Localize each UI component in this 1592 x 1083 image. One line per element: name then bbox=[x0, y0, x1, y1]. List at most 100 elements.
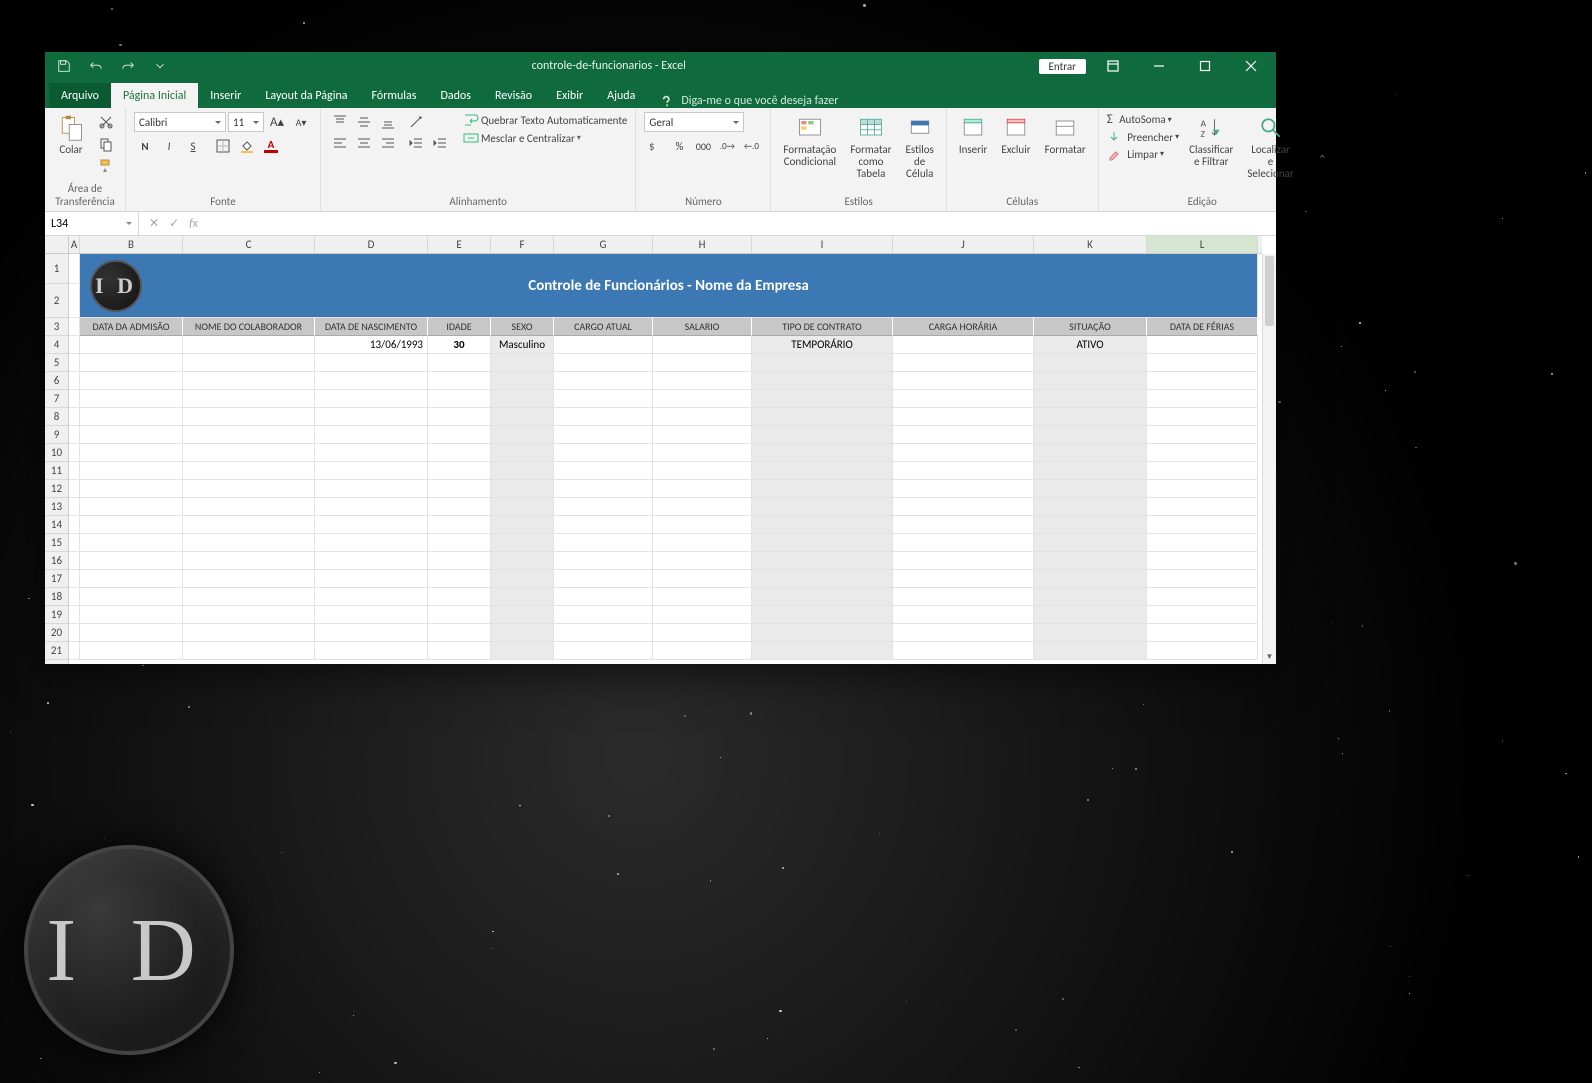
cell-C6[interactable] bbox=[183, 372, 315, 390]
cell-L14[interactable] bbox=[1147, 516, 1258, 534]
cell-I6[interactable] bbox=[752, 372, 893, 390]
cell-F8[interactable] bbox=[491, 408, 554, 426]
cell-C17[interactable] bbox=[183, 570, 315, 588]
row-header-1[interactable]: 1 bbox=[45, 254, 68, 284]
row-header-8[interactable]: 8 bbox=[45, 408, 68, 426]
column-header-C[interactable]: C bbox=[183, 236, 315, 253]
cell-I21[interactable] bbox=[752, 642, 893, 660]
cell-B11[interactable] bbox=[80, 462, 183, 480]
tab-file[interactable]: Arquivo bbox=[49, 83, 111, 108]
cell-J15[interactable] bbox=[893, 534, 1034, 552]
italic-icon[interactable]: I bbox=[158, 136, 180, 156]
cell-B15[interactable] bbox=[80, 534, 183, 552]
row-header-18[interactable]: 18 bbox=[45, 588, 68, 606]
align-left-icon[interactable] bbox=[329, 134, 351, 154]
cell-G8[interactable] bbox=[554, 408, 653, 426]
row-header-21[interactable]: 21 bbox=[45, 642, 68, 660]
row-header-6[interactable]: 6 bbox=[45, 372, 68, 390]
cell-E11[interactable] bbox=[428, 462, 491, 480]
row-header-9[interactable]: 9 bbox=[45, 426, 68, 444]
accounting-format-icon[interactable]: $ bbox=[644, 136, 666, 156]
cell-C15[interactable] bbox=[183, 534, 315, 552]
cell-E7[interactable] bbox=[428, 390, 491, 408]
align-center-icon[interactable] bbox=[353, 134, 375, 154]
paste-button[interactable]: Colar bbox=[53, 112, 89, 158]
cell-B12[interactable] bbox=[80, 480, 183, 498]
tab-layout-da-p-gina[interactable]: Layout da Página bbox=[253, 83, 359, 108]
cell-L19[interactable] bbox=[1147, 606, 1258, 624]
cell-J7[interactable] bbox=[893, 390, 1034, 408]
find-select-button[interactable]: Localizar e Selecionar bbox=[1243, 112, 1297, 182]
cell-L21[interactable] bbox=[1147, 642, 1258, 660]
column-header-K[interactable]: K bbox=[1034, 236, 1147, 253]
row-header-20[interactable]: 20 bbox=[45, 624, 68, 642]
cell-H19[interactable] bbox=[653, 606, 752, 624]
cell-H20[interactable] bbox=[653, 624, 752, 642]
cell-L12[interactable] bbox=[1147, 480, 1258, 498]
cell-H10[interactable] bbox=[653, 444, 752, 462]
tab-revis-o[interactable]: Revisão bbox=[483, 83, 544, 108]
cell-D11[interactable] bbox=[315, 462, 428, 480]
scroll-down-icon[interactable]: ▼ bbox=[1263, 650, 1276, 664]
cell-E14[interactable] bbox=[428, 516, 491, 534]
cell-D16[interactable] bbox=[315, 552, 428, 570]
cell-A12[interactable] bbox=[69, 480, 80, 498]
cell-H14[interactable] bbox=[653, 516, 752, 534]
delete-cells-button[interactable]: Excluir bbox=[997, 112, 1034, 158]
table-header-A[interactable] bbox=[69, 318, 80, 336]
cell-A5[interactable] bbox=[69, 354, 80, 372]
cell-J17[interactable] bbox=[893, 570, 1034, 588]
cell-E9[interactable] bbox=[428, 426, 491, 444]
cell-A21[interactable] bbox=[69, 642, 80, 660]
format-as-table-button[interactable]: Formatar como Tabela bbox=[846, 112, 895, 182]
cell-B19[interactable] bbox=[80, 606, 183, 624]
cell-I14[interactable] bbox=[752, 516, 893, 534]
cell-C7[interactable] bbox=[183, 390, 315, 408]
table-header-H[interactable]: SALARIO bbox=[653, 318, 752, 336]
cell-J21[interactable] bbox=[893, 642, 1034, 660]
cell-C19[interactable] bbox=[183, 606, 315, 624]
cell-J4[interactable] bbox=[893, 336, 1034, 354]
cell-D17[interactable] bbox=[315, 570, 428, 588]
cell-A14[interactable] bbox=[69, 516, 80, 534]
cell-D21[interactable] bbox=[315, 642, 428, 660]
cell-G17[interactable] bbox=[554, 570, 653, 588]
cell-A4[interactable] bbox=[69, 336, 80, 354]
cell-G13[interactable] bbox=[554, 498, 653, 516]
cell-C8[interactable] bbox=[183, 408, 315, 426]
cell-K11[interactable] bbox=[1034, 462, 1147, 480]
cell-A6[interactable] bbox=[69, 372, 80, 390]
table-header-D[interactable]: DATA DE NASCIMENTO bbox=[315, 318, 428, 336]
row-header-19[interactable]: 19 bbox=[45, 606, 68, 624]
cell-F13[interactable] bbox=[491, 498, 554, 516]
cell-C20[interactable] bbox=[183, 624, 315, 642]
cell-H15[interactable] bbox=[653, 534, 752, 552]
copy-icon[interactable] bbox=[95, 134, 117, 154]
conditional-formatting-button[interactable]: Formatação Condicional bbox=[779, 112, 840, 170]
scroll-thumb[interactable] bbox=[1265, 256, 1274, 326]
maximize-button[interactable] bbox=[1186, 52, 1224, 80]
font-name-combo[interactable]: Calibri bbox=[134, 112, 226, 132]
cell-I10[interactable] bbox=[752, 444, 893, 462]
cell-L5[interactable] bbox=[1147, 354, 1258, 372]
cell-J9[interactable] bbox=[893, 426, 1034, 444]
column-header-G[interactable]: G bbox=[554, 236, 653, 253]
cell-G6[interactable] bbox=[554, 372, 653, 390]
cell-H12[interactable] bbox=[653, 480, 752, 498]
cell-G15[interactable] bbox=[554, 534, 653, 552]
cell-I5[interactable] bbox=[752, 354, 893, 372]
cell-C4[interactable] bbox=[183, 336, 315, 354]
column-header-H[interactable]: H bbox=[653, 236, 752, 253]
underline-icon[interactable]: S bbox=[182, 136, 204, 156]
cell-F10[interactable] bbox=[491, 444, 554, 462]
cell-K8[interactable] bbox=[1034, 408, 1147, 426]
column-header-L[interactable]: L bbox=[1147, 236, 1258, 253]
cell-I4[interactable]: TEMPORÁRIO bbox=[752, 336, 893, 354]
cell-I18[interactable] bbox=[752, 588, 893, 606]
cell-B4[interactable] bbox=[80, 336, 183, 354]
cell-C11[interactable] bbox=[183, 462, 315, 480]
cell-B8[interactable] bbox=[80, 408, 183, 426]
cell-D6[interactable] bbox=[315, 372, 428, 390]
cell-K5[interactable] bbox=[1034, 354, 1147, 372]
cell-F14[interactable] bbox=[491, 516, 554, 534]
